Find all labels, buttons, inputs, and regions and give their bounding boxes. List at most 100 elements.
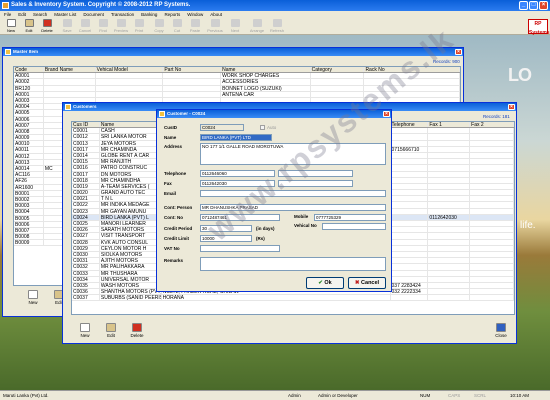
minimize-button[interactable]: _ — [519, 1, 528, 10]
toolbar-save-button[interactable]: Save — [58, 19, 76, 34]
app-title: Sales & Inventory System. Copyright © 20… — [11, 2, 191, 8]
column-header[interactable]: Name — [100, 122, 162, 128]
close-window-button[interactable]: × — [508, 104, 515, 110]
table-cell: C0036 — [72, 289, 100, 295]
table-cell: C0032 — [72, 264, 100, 270]
label-contact-no: Cont: No — [164, 215, 183, 220]
menu-item[interactable]: Master List — [54, 11, 76, 18]
table-row[interactable]: C0037 SUBURBS (SANID PEERIS) HORANA — [72, 295, 514, 302]
table-cell — [470, 295, 514, 301]
cancel-button[interactable]: ✖ Cancel — [348, 277, 386, 289]
table-cell — [428, 295, 471, 301]
table-cell — [470, 165, 514, 171]
table-cell: UNIVERSAL MOTOR — [100, 276, 162, 282]
desktop-logo-text: LO — [508, 65, 532, 85]
table-cell: MR THUSHARA — [100, 270, 162, 276]
menu-item[interactable]: Reports — [164, 11, 180, 18]
column-header[interactable]: Brand Name — [44, 67, 96, 73]
table-cell — [470, 289, 514, 295]
cusid-field: C0024 — [200, 124, 244, 131]
menu-item[interactable]: Window — [187, 11, 203, 18]
menu-item[interactable]: Search — [33, 11, 47, 18]
copy-icon — [154, 19, 164, 27]
dialog-title: Customer - C0024 — [167, 111, 206, 116]
table-cell — [470, 264, 514, 270]
remarks-field[interactable] — [200, 257, 386, 271]
table-cell — [163, 91, 222, 97]
table-cell: C0035 — [72, 282, 100, 289]
table-cell — [391, 239, 429, 245]
table-cell — [470, 282, 514, 289]
toolbar-new-button[interactable]: New — [2, 19, 20, 34]
table-cell: A0005 — [14, 110, 44, 116]
table-cell — [391, 159, 429, 165]
table-cell — [391, 196, 429, 202]
table-cell: MR GAYAN AMUNU — [100, 208, 162, 214]
table-cell: BR120 — [14, 85, 44, 91]
table-cell: A0008 — [14, 128, 44, 135]
table-cell — [428, 282, 471, 289]
table-cell: C0021 — [72, 196, 100, 202]
column-header[interactable]: Fax 2 — [470, 122, 514, 128]
table-cell — [391, 177, 429, 183]
ok-button[interactable]: ✔ Ok — [306, 277, 344, 289]
table-cell: C0001 — [72, 128, 100, 134]
mobile-field[interactable]: 0777725329 — [314, 214, 386, 221]
column-header[interactable]: Fax 1 — [428, 122, 471, 128]
label-remarks: Remarks — [164, 258, 184, 263]
toolbar-find-button[interactable]: Find — [94, 19, 112, 34]
menu-item[interactable]: File — [4, 11, 11, 18]
column-header[interactable]: Part No — [163, 67, 222, 73]
delete-customer-button[interactable]: Delete — [127, 321, 147, 343]
toolbar-edit-button[interactable]: Edit — [20, 19, 38, 34]
toolbar-preview-button[interactable]: Preview — [112, 19, 130, 34]
menu-item[interactable]: Document — [83, 11, 104, 18]
toolbar-next-button[interactable]: Next — [226, 19, 244, 34]
table-cell — [470, 159, 514, 165]
menu-item[interactable]: Transaction — [111, 11, 134, 18]
close-customers-button[interactable]: Close — [491, 321, 511, 343]
table-cell — [470, 134, 514, 140]
table-cell: MR PALIHAKKARA — [100, 264, 162, 270]
maximize-button[interactable]: □ — [529, 1, 538, 10]
table-cell — [428, 190, 471, 196]
new-customer-button[interactable]: New — [75, 321, 95, 343]
toolbar-cancel-button[interactable]: Cancel — [76, 19, 94, 34]
toolbar-cut-button[interactable]: Cut — [168, 19, 186, 34]
close-app-button[interactable]: × — [539, 1, 548, 10]
column-header[interactable]: Cus ID — [72, 122, 100, 128]
table-cell — [391, 171, 429, 177]
new-item-button[interactable]: New — [23, 288, 43, 310]
table-cell — [311, 79, 365, 85]
table-cell — [470, 140, 514, 146]
auto-checkbox[interactable] — [260, 125, 265, 130]
table-cell — [391, 140, 429, 146]
menu-item[interactable]: About — [210, 11, 222, 18]
table-cell — [428, 239, 471, 245]
column-header[interactable]: Telephone — [391, 122, 429, 128]
toolbar-copy-button[interactable]: Copy — [150, 19, 168, 34]
table-cell — [470, 152, 514, 159]
vehical-no-field[interactable] — [322, 223, 386, 230]
toolbar-delete-button[interactable]: Delete — [38, 19, 56, 34]
column-header[interactable]: Category — [311, 67, 365, 73]
table-cell — [428, 171, 471, 177]
column-header[interactable]: Vehical Model — [96, 67, 164, 73]
table-cell — [96, 79, 164, 85]
vat-no-field[interactable] — [200, 245, 280, 252]
menu-item[interactable]: Edit — [18, 11, 26, 18]
toolbar-refresh-button[interactable]: Refresh — [268, 19, 286, 34]
toolbar-paste-button[interactable]: Paste — [186, 19, 204, 34]
toolbar-previous-button[interactable]: Previous — [206, 19, 224, 34]
name-field[interactable]: BIRD LANKA (PVT) LTD — [200, 134, 272, 141]
toolbar-print-button[interactable]: Print — [130, 19, 148, 34]
edit-customer-button[interactable]: Edit — [101, 321, 121, 343]
menu-item[interactable]: Banking — [141, 11, 157, 18]
app-title-bar: Sales & Inventory System. Copyright © 20… — [0, 0, 550, 11]
toolbar-arrange-button[interactable]: Arrange — [248, 19, 266, 34]
table-cell — [391, 183, 429, 190]
column-header[interactable]: Name — [221, 67, 311, 73]
column-header[interactable]: Code — [14, 67, 44, 73]
table-cell: A0012 — [14, 153, 44, 159]
table-cell: C0012 — [72, 134, 100, 140]
